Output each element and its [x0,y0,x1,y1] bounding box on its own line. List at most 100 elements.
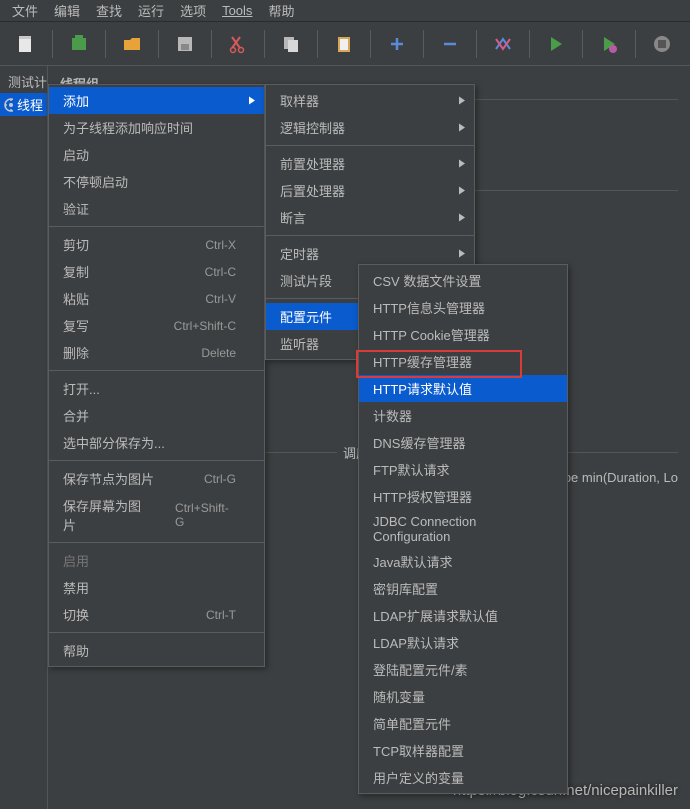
ctx-main-item-21[interactable]: 切换Ctrl-T [49,601,264,628]
ctx-main-item-12[interactable]: 打开... [49,375,264,402]
menubar-item-4[interactable]: 选项 [172,0,214,22]
ctx-main-item-13[interactable]: 合并 [49,402,264,429]
menu-item-label: 复制 [63,262,89,281]
ctx-main-item-1[interactable]: 为子线程添加响应时间 [49,114,264,141]
ctx-main-item-7[interactable]: 复制Ctrl-C [49,258,264,285]
ctx-main-item-4[interactable]: 验证 [49,195,264,222]
menu-item-label: DNS缓存管理器 [373,433,465,452]
menu-item-label: 添加 [63,91,89,110]
ctx-main-item-10[interactable]: 删除Delete [49,339,264,366]
menu-item-label: 登陆配置元件/素 [373,660,468,679]
ctx-main-item-8[interactable]: 粘贴Ctrl-V [49,285,264,312]
menubar-item-5[interactable]: Tools [214,1,260,20]
menu-item-shortcut: Ctrl-V [205,292,236,306]
menu-item-label: 不停顿启动 [63,172,128,191]
menu-item-label: Java默认请求 [373,552,452,571]
ctx-config-item-8[interactable]: HTTP授权管理器 [359,483,567,510]
menubar-item-1[interactable]: 编辑 [46,0,88,22]
ctx-main-item-6[interactable]: 剪切Ctrl-X [49,231,264,258]
copy-button[interactable] [275,28,307,60]
menu-item-label: HTTP授权管理器 [373,487,472,506]
menubar-item-2[interactable]: 查找 [88,0,130,22]
ctx-config-item-17[interactable]: TCP取样器配置 [359,737,567,764]
ctx-add-item-7[interactable]: 定时器 [266,240,474,267]
ctx-main-item-14[interactable]: 选中部分保存为... [49,429,264,456]
ctx-add-separator [266,145,474,146]
menu-item-shortcut: Ctrl+Shift-G [175,501,236,529]
ctx-main-item-2[interactable]: 启动 [49,141,264,168]
ctx-main-separator [49,460,264,461]
menu-item-label: HTTP Cookie管理器 [373,325,490,344]
ctx-config-item-18[interactable]: 用户定义的变量 [359,764,567,791]
ctx-main-item-20[interactable]: 禁用 [49,574,264,601]
ctx-config-item-7[interactable]: FTP默认请求 [359,456,567,483]
ctx-config-item-16[interactable]: 简单配置元件 [359,710,567,737]
ctx-config-item-1[interactable]: HTTP信息头管理器 [359,294,567,321]
menubar-item-3[interactable]: 运行 [130,0,172,22]
submenu-arrow-icon [458,246,466,261]
expand-button[interactable] [381,28,413,60]
menu-item-label: 前置处理器 [280,154,345,173]
ctx-config-item-10[interactable]: Java默认请求 [359,548,567,575]
submenu-arrow-icon [458,93,466,108]
new-file-button[interactable] [10,28,42,60]
ctx-config-item-12[interactable]: LDAP扩展请求默认值 [359,602,567,629]
menu-item-label: 选中部分保存为... [63,433,165,452]
menu-item-label: JDBC Connection Configuration [373,514,539,544]
templates-button[interactable] [63,28,95,60]
menu-item-label: TCP取样器配置 [373,741,464,760]
menu-item-label: HTTP缓存管理器 [373,352,472,371]
ctx-config-item-11[interactable]: 密钥库配置 [359,575,567,602]
context-menu-config[interactable]: CSV 数据文件设置HTTP信息头管理器 HTTP Cookie管理器 HTTP缓存… [358,264,568,794]
ctx-config-item-5[interactable]: 计数器 [359,402,567,429]
ctx-config-item-2[interactable]: HTTP Cookie管理器 [359,321,567,348]
ctx-main-separator [49,542,264,543]
ctx-main-item-16[interactable]: 保存节点为图片Ctrl-G [49,465,264,492]
run-button[interactable] [540,28,572,60]
run-no-pause-button[interactable] [593,28,625,60]
menu-item-label: FTP默认请求 [373,460,450,479]
menu-item-shortcut: Ctrl-G [204,472,236,486]
ctx-main-item-9[interactable]: 复写Ctrl+Shift-C [49,312,264,339]
menubar-item-0[interactable]: 文件 [4,0,46,22]
menu-item-label: 逻辑控制器 [280,118,345,137]
menu-item-label: 切换 [63,605,89,624]
ctx-main-item-17[interactable]: 保存屏幕为图片Ctrl+Shift-G [49,492,264,538]
ctx-config-item-0[interactable]: CSV 数据文件设置 [359,267,567,294]
save-button[interactable] [169,28,201,60]
menu-item-label: LDAP扩展请求默认值 [373,606,498,625]
menu-item-label: 复写 [63,316,89,335]
menu-item-label: HTTP请求默认值 [373,379,472,398]
ctx-config-item-14[interactable]: 登陆配置元件/素 [359,656,567,683]
stop-button[interactable] [646,28,678,60]
menubar-item-6[interactable]: 帮助 [260,0,302,22]
menu-item-label: 断言 [280,208,306,227]
toggle-button[interactable] [487,28,519,60]
ctx-add-item-4[interactable]: 后置处理器 [266,177,474,204]
ctx-config-item-3[interactable]: HTTP缓存管理器 [359,348,567,375]
ctx-add-item-3[interactable]: 前置处理器 [266,150,474,177]
ctx-config-item-9[interactable]: JDBC Connection Configuration [359,510,567,548]
ctx-main-item-23[interactable]: 帮助 [49,637,264,664]
menu-item-label: 简单配置元件 [373,714,451,733]
menu-item-label: 删除 [63,343,89,362]
ctx-config-item-15[interactable]: 随机变量 [359,683,567,710]
ctx-main-item-19[interactable]: 启用 [49,547,264,574]
menu-item-label: 定时器 [280,244,319,263]
context-menu-main[interactable]: 添加为子线程添加响应时间启动不停顿启动验证剪切Ctrl-X复制Ctrl-C粘贴C… [48,84,265,667]
ctx-main-item-3[interactable]: 不停顿启动 [49,168,264,195]
submenu-arrow-icon [248,93,256,108]
ctx-config-item-13[interactable]: LDAP默认请求 [359,629,567,656]
ctx-config-item-4[interactable]: HTTP请求默认值 [359,375,567,402]
thread-group-node[interactable]: 线程 [0,93,47,116]
ctx-main-item-0[interactable]: 添加 [49,87,264,114]
ctx-config-item-6[interactable]: DNS缓存管理器 [359,429,567,456]
cut-button[interactable] [222,28,254,60]
ctx-add-item-0[interactable]: 取样器 [266,87,474,114]
ctx-add-item-1[interactable]: 逻辑控制器 [266,114,474,141]
open-button[interactable] [116,28,148,60]
test-plan-node[interactable]: 测试计划演示 [0,70,47,93]
collapse-button[interactable] [434,28,466,60]
paste-button[interactable] [328,28,360,60]
ctx-add-item-5[interactable]: 断言 [266,204,474,231]
